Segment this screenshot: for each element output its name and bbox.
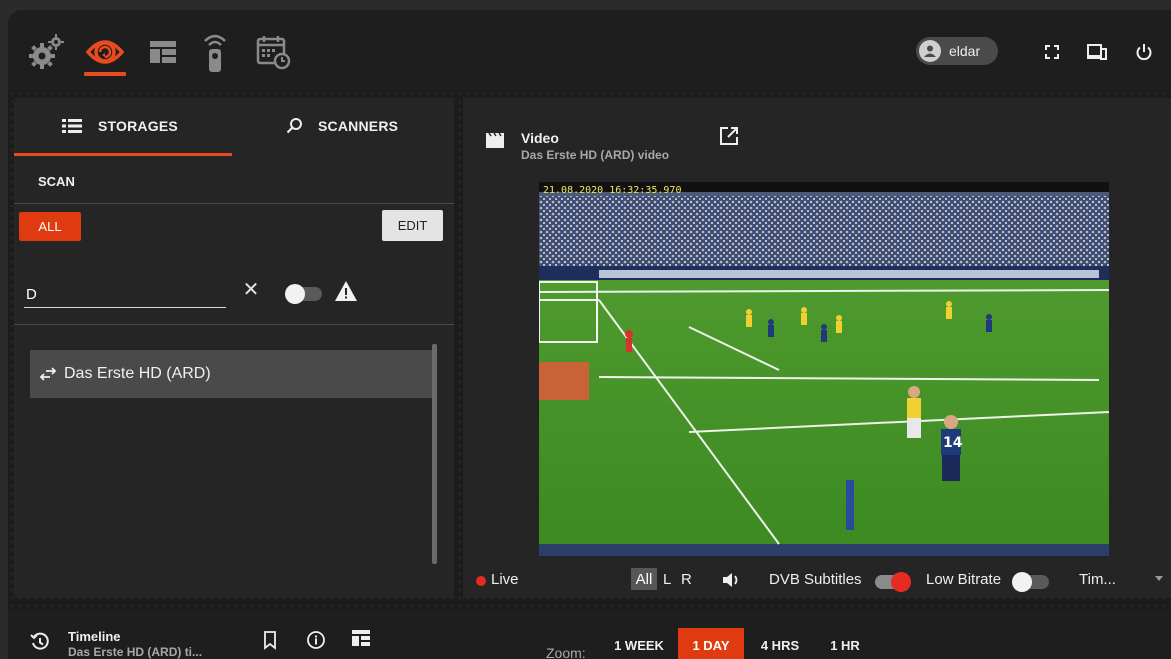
svg-text:14: 14 [943,435,963,451]
warnings-toggle[interactable] [285,284,322,304]
video-frame-image: 14 [539,192,1109,556]
dashboard-icon[interactable] [142,30,184,74]
user-name: eldar [949,43,981,59]
low-bitrate-toggle[interactable] [1012,572,1049,592]
settings-icon[interactable] [26,30,68,74]
dvb-subtitles-label: DVB Subtitles [769,571,862,588]
audio-left-button[interactable]: L [663,571,671,588]
app-window: eldar STORAGES SCANNERS SCAN ALL EDIT D … [8,10,1171,659]
video-timestamp: 21.08.2020 16:32:35.970 [543,185,682,196]
monitoring-icon[interactable] [84,30,126,74]
tab-scanners[interactable]: SCANNERS [286,98,398,154]
timeline-subtitle: Das Erste HD (ARD) ti... [68,645,203,659]
edit-button[interactable]: EDIT [382,210,443,241]
dropdown-caret-icon[interactable] [1155,576,1163,581]
fullscreen-icon[interactable] [1040,40,1064,64]
dashboard-icon[interactable] [352,630,374,652]
power-icon[interactable] [1132,40,1156,64]
zoom-4-hrs-button[interactable]: 4 HRS [753,628,807,659]
tab-storages-label: STORAGES [98,118,178,134]
tab-scanners-label: SCANNERS [318,118,399,134]
divider [14,324,454,325]
video-panel: Video Das Erste HD (ARD) video 21.08.202… [463,98,1171,598]
timeline-title: Timeline [68,629,121,644]
tab-storages[interactable]: STORAGES [62,98,178,154]
video-title: Video [521,130,559,146]
zoom-label: Zoom: [546,645,586,659]
list-icon [62,119,82,133]
toggle-knob [891,572,911,592]
storages-panel: STORAGES SCANNERS SCAN ALL EDIT ✕ [14,98,454,598]
video-clapper-icon [485,132,505,148]
clear-search-icon[interactable]: ✕ [240,278,262,301]
devices-icon[interactable] [1085,40,1109,64]
toggle-knob [1012,572,1032,592]
volume-icon[interactable] [721,570,741,590]
active-tab-indicator [14,153,232,156]
timestamp-control-label[interactable]: Tim... [1079,571,1116,588]
video-subtitle: Das Erste HD (ARD) video [521,148,670,162]
live-indicator-icon [476,576,486,586]
scan-section-label: SCAN [38,174,75,189]
audio-right-button[interactable]: R [681,571,692,588]
scrollbar[interactable] [432,344,437,564]
toggle-knob [285,284,305,304]
swap-arrows-icon [39,367,57,381]
scheduler-icon[interactable] [252,30,294,74]
filter-all-button[interactable]: ALL [19,212,81,241]
user-menu[interactable]: eldar [916,37,998,65]
video-player[interactable]: 21.08.2020 16:32:35.970 14 [539,182,1109,556]
info-icon[interactable] [306,630,328,652]
history-icon [30,632,52,654]
zoom-1-day-button[interactable]: 1 DAY [678,628,744,659]
dvb-subtitles-toggle[interactable] [875,572,911,592]
low-bitrate-label: Low Bitrate [926,571,1002,588]
avatar-icon [919,40,941,62]
list-item[interactable]: Das Erste HD (ARD) [30,350,432,398]
live-label: Live [491,571,519,588]
remote-control-icon[interactable] [194,30,236,74]
active-nav-indicator [84,72,126,76]
timeline-bar: Timeline Das Erste HD (ARD) ti... Zoom: … [8,610,1171,659]
zoom-1-week-button[interactable]: 1 WEEK [608,628,670,659]
search-icon [286,118,302,134]
warning-icon [334,280,358,302]
divider [14,203,454,204]
storage-search-input[interactable] [24,282,226,308]
bookmark-icon[interactable] [260,630,282,652]
top-bar: eldar [8,10,1171,90]
zoom-1-hr-button[interactable]: 1 HR [820,628,870,659]
open-external-icon[interactable] [719,126,741,148]
audio-all-button[interactable]: All [631,568,657,590]
list-item-label: Das Erste HD (ARD) [64,365,211,382]
